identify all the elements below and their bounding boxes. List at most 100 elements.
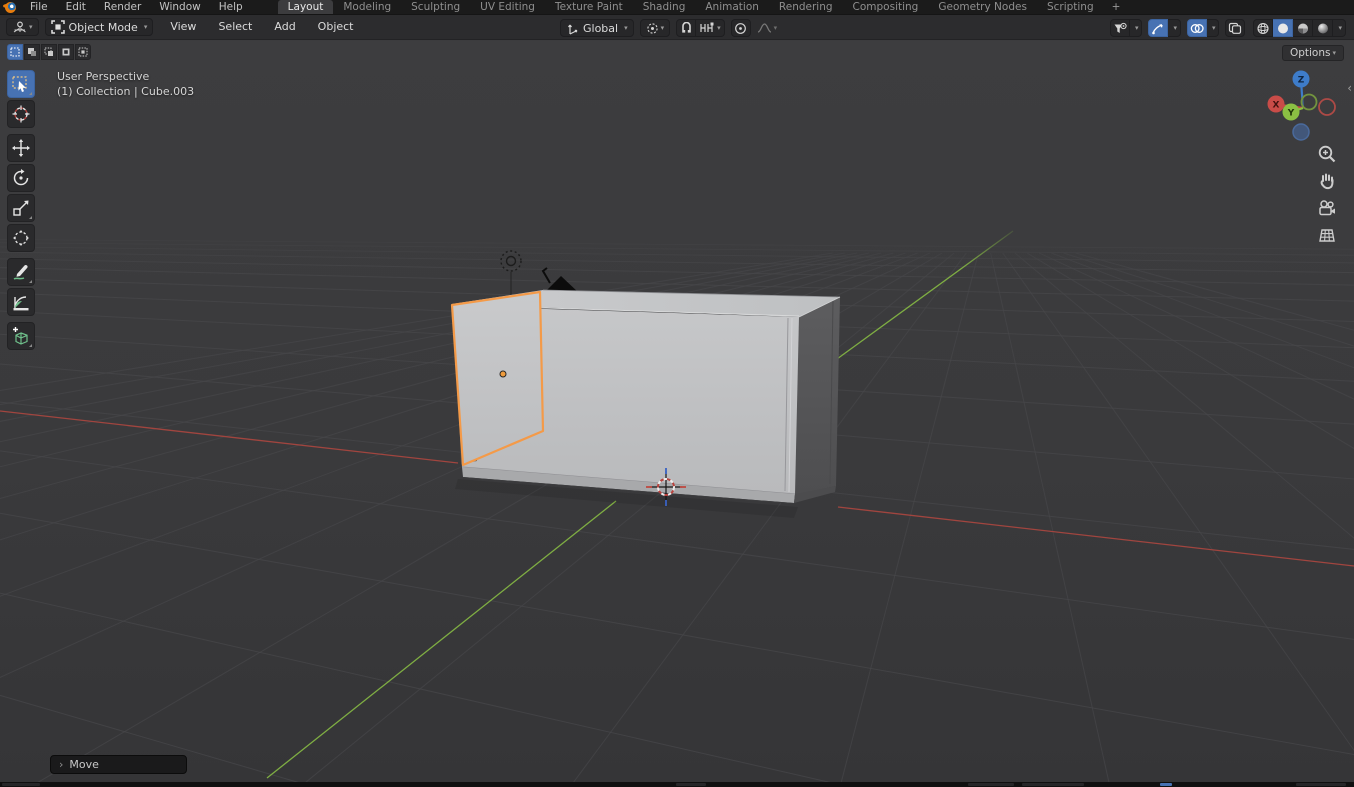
tab-uv-editing[interactable]: UV Editing (470, 0, 545, 14)
add-workspace-button[interactable]: + (1104, 1, 1129, 13)
menu-object[interactable]: Object (307, 16, 365, 38)
transform-orientation-selector[interactable]: Global ▾ (560, 19, 634, 37)
menu-select[interactable]: Select (207, 16, 263, 38)
select-extend-icon (27, 47, 37, 57)
select-mode-intersect-button[interactable] (75, 44, 91, 60)
proportional-falloff-selector[interactable]: ▾ (753, 19, 782, 37)
select-mode-invert-button[interactable] (58, 44, 74, 60)
overlays-icon (1190, 22, 1204, 35)
visibility-dropdown[interactable]: ▾ (1130, 19, 1143, 37)
tool-annotate[interactable] (7, 258, 35, 286)
status-fragment (1022, 783, 1084, 786)
shading-dropdown[interactable]: ▾ (1333, 19, 1346, 37)
tab-compositing[interactable]: Compositing (843, 0, 929, 14)
snap-target-selector[interactable]: ▾ (696, 19, 725, 37)
chevron-down-icon: ▾ (661, 25, 665, 32)
object-type-visibility-button[interactable] (1110, 19, 1130, 37)
select-mode-set-button[interactable] (7, 44, 23, 60)
camera-view-button[interactable] (1314, 195, 1340, 221)
show-overlays-toggle[interactable] (1187, 19, 1207, 37)
scene-canvas[interactable] (0, 41, 1354, 782)
tool-scale[interactable] (7, 194, 35, 222)
chevron-down-icon: ▾ (144, 24, 148, 31)
tab-sculpting[interactable]: Sculpting (401, 0, 470, 14)
blender-logo-icon[interactable] (4, 2, 17, 13)
status-fragment (968, 783, 1014, 786)
tool-move[interactable] (7, 134, 35, 162)
tab-texture-paint[interactable]: Texture Paint (545, 0, 633, 14)
editor-3d-viewport-icon (12, 21, 27, 34)
magnet-icon (680, 22, 693, 35)
sidebar-collapse-arrow[interactable]: ‹ (1347, 81, 1352, 95)
tool-select-box[interactable] (7, 70, 35, 98)
xray-icon (1228, 22, 1242, 35)
hand-icon (1316, 170, 1338, 192)
pan-button[interactable] (1314, 168, 1340, 194)
cursor-tool-icon (11, 104, 31, 124)
orientation-label: Global (583, 22, 618, 35)
material-sphere-icon (1296, 22, 1310, 35)
operator-panel-move[interactable]: › Move (50, 755, 187, 774)
menu-render[interactable]: Render (95, 0, 150, 14)
pivot-point-selector[interactable]: ▾ (640, 19, 671, 37)
select-mode-subtract-button[interactable] (41, 44, 57, 60)
mode-selector[interactable]: Object Mode ▾ (45, 18, 154, 36)
select-mode-extend-button[interactable] (24, 44, 40, 60)
visibility-funnel-icon (1113, 22, 1127, 35)
top-menu-bar: File Edit Render Window Help Layout Mode… (0, 0, 1354, 14)
menu-help[interactable]: Help (210, 0, 252, 14)
shading-solid-button[interactable] (1273, 19, 1293, 37)
viewport-header: ▾ Object Mode ▾ View Select Add Object (0, 14, 1354, 40)
gizmo-neg-y-ball[interactable] (1302, 95, 1317, 110)
tab-rendering[interactable]: Rendering (769, 0, 843, 14)
chevron-down-icon: ▾ (1135, 25, 1139, 32)
move-icon (11, 138, 31, 158)
gizmo-neg-x-ball[interactable] (1319, 99, 1335, 115)
menu-window[interactable]: Window (150, 0, 209, 14)
chevron-down-icon: ▾ (29, 24, 33, 31)
tab-scripting[interactable]: Scripting (1037, 0, 1104, 14)
tool-rotate[interactable] (7, 164, 35, 192)
menu-file[interactable]: File (21, 0, 57, 14)
tab-animation[interactable]: Animation (695, 0, 769, 14)
shading-wireframe-button[interactable] (1253, 19, 1273, 37)
chevron-down-icon: ▾ (624, 25, 628, 32)
status-fragment (676, 783, 706, 786)
measure-icon (11, 292, 31, 312)
zoom-button[interactable] (1314, 141, 1340, 167)
gizmo-neg-z-ball[interactable] (1293, 124, 1309, 140)
tab-layout[interactable]: Layout (278, 0, 334, 14)
select-invert-icon (61, 47, 71, 57)
tool-add-cube[interactable] (7, 322, 35, 350)
tab-geometry-nodes[interactable]: Geometry Nodes (928, 0, 1037, 14)
status-fragment (1296, 783, 1346, 786)
blender-window: File Edit Render Window Help Layout Mode… (0, 0, 1354, 787)
menu-view[interactable]: View (159, 16, 207, 38)
gizmo-x-label: X (1273, 101, 1280, 111)
ortho-toggle-button[interactable] (1314, 222, 1340, 248)
tool-options-button[interactable]: Options ▾ (1282, 45, 1344, 61)
tool-measure[interactable] (7, 288, 35, 316)
pivot-point-icon (646, 22, 659, 35)
viewport-nav-buttons (1314, 141, 1340, 249)
tab-modeling[interactable]: Modeling (333, 0, 401, 14)
tab-shading[interactable]: Shading (633, 0, 696, 14)
shading-rendered-button[interactable] (1313, 19, 1333, 37)
show-gizmo-toggle[interactable] (1148, 19, 1168, 37)
tool-transform[interactable] (7, 224, 35, 252)
snap-toggle[interactable] (676, 19, 696, 37)
xray-toggle[interactable] (1225, 19, 1245, 37)
chevron-down-icon: ▾ (1212, 25, 1216, 32)
shading-material-button[interactable] (1293, 19, 1313, 37)
overlays-dropdown[interactable]: ▾ (1207, 19, 1220, 37)
menu-edit[interactable]: Edit (57, 0, 95, 14)
tool-cursor[interactable] (7, 100, 35, 128)
snap-increment-icon (699, 22, 715, 34)
chevron-down-icon: ▾ (774, 25, 778, 32)
editor-type-selector[interactable]: ▾ (6, 18, 39, 36)
menu-add[interactable]: Add (263, 16, 306, 38)
gizmo-dropdown[interactable]: ▾ (1168, 19, 1181, 37)
navigation-gizmo[interactable]: X Y Z (1258, 61, 1342, 145)
3d-viewport[interactable]: Options ▾ User Perspective (1) Collectio… (0, 41, 1354, 782)
proportional-editing-toggle[interactable] (731, 19, 751, 37)
